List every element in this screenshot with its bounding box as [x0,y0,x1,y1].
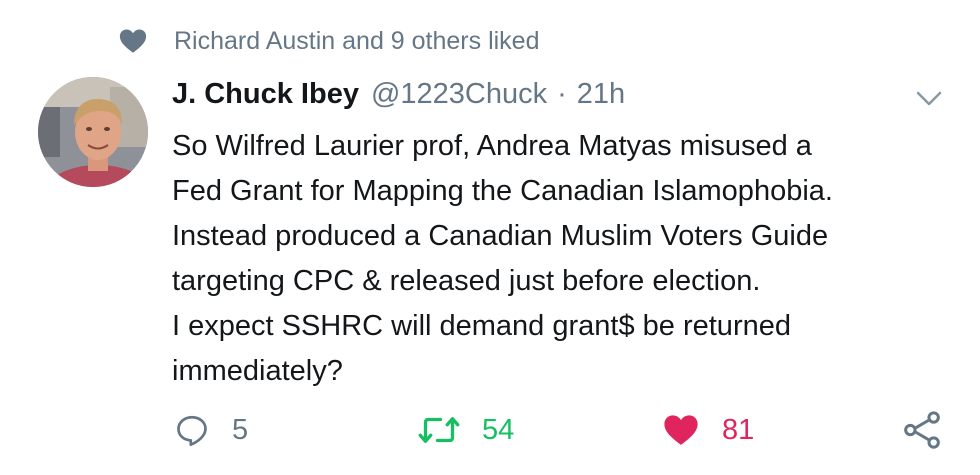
display-name[interactable]: J. Chuck Ibey [172,78,359,111]
like-count: 81 [722,413,755,446]
like-button[interactable]: 81 [662,405,754,455]
retweet-count: 54 [482,413,515,446]
heart-icon [664,415,698,445]
tweet-header: J. Chuck Ibey @1223Chuck · 21h [172,78,625,118]
heart-icon [119,29,147,53]
social-context-text: Richard Austin and 9 others liked [174,26,540,55]
tweet-text-line: Instead produced a Canadian Muslim Voter… [172,220,829,252]
social-context: Richard Austin and 9 others liked [118,24,540,58]
timestamp[interactable]: 21h [577,78,625,111]
retweet-icon [418,417,460,443]
tweet-text-line: I expect SSHRC will demand grant$ be ret… [172,310,791,342]
tweet-text-line: Fed Grant for Mapping the Canadian Islam… [172,175,833,207]
separator: · [557,78,567,110]
avatar[interactable] [38,77,148,187]
share-icon [904,411,940,449]
tweet-text: So Wilfred Laurier prof, Andrea Matyas m… [172,124,952,394]
reply-icon [177,415,207,447]
tweet-actions: 5 54 81 [0,405,980,455]
avatar-image [38,77,148,187]
share-button[interactable] [902,405,942,455]
tweet-text-line: So Wilfred Laurier prof, Andrea Matyas m… [172,130,812,162]
tweet-text-line: targeting CPC & released just before ele… [172,265,761,297]
reply-count: 5 [232,413,249,446]
chevron-down-icon[interactable] [914,86,944,110]
reply-button[interactable]: 5 [174,405,248,455]
user-handle[interactable]: @1223Chuck [371,78,547,111]
tweet-text-line: immediately? [172,355,343,387]
retweet-button[interactable]: 54 [418,405,514,455]
